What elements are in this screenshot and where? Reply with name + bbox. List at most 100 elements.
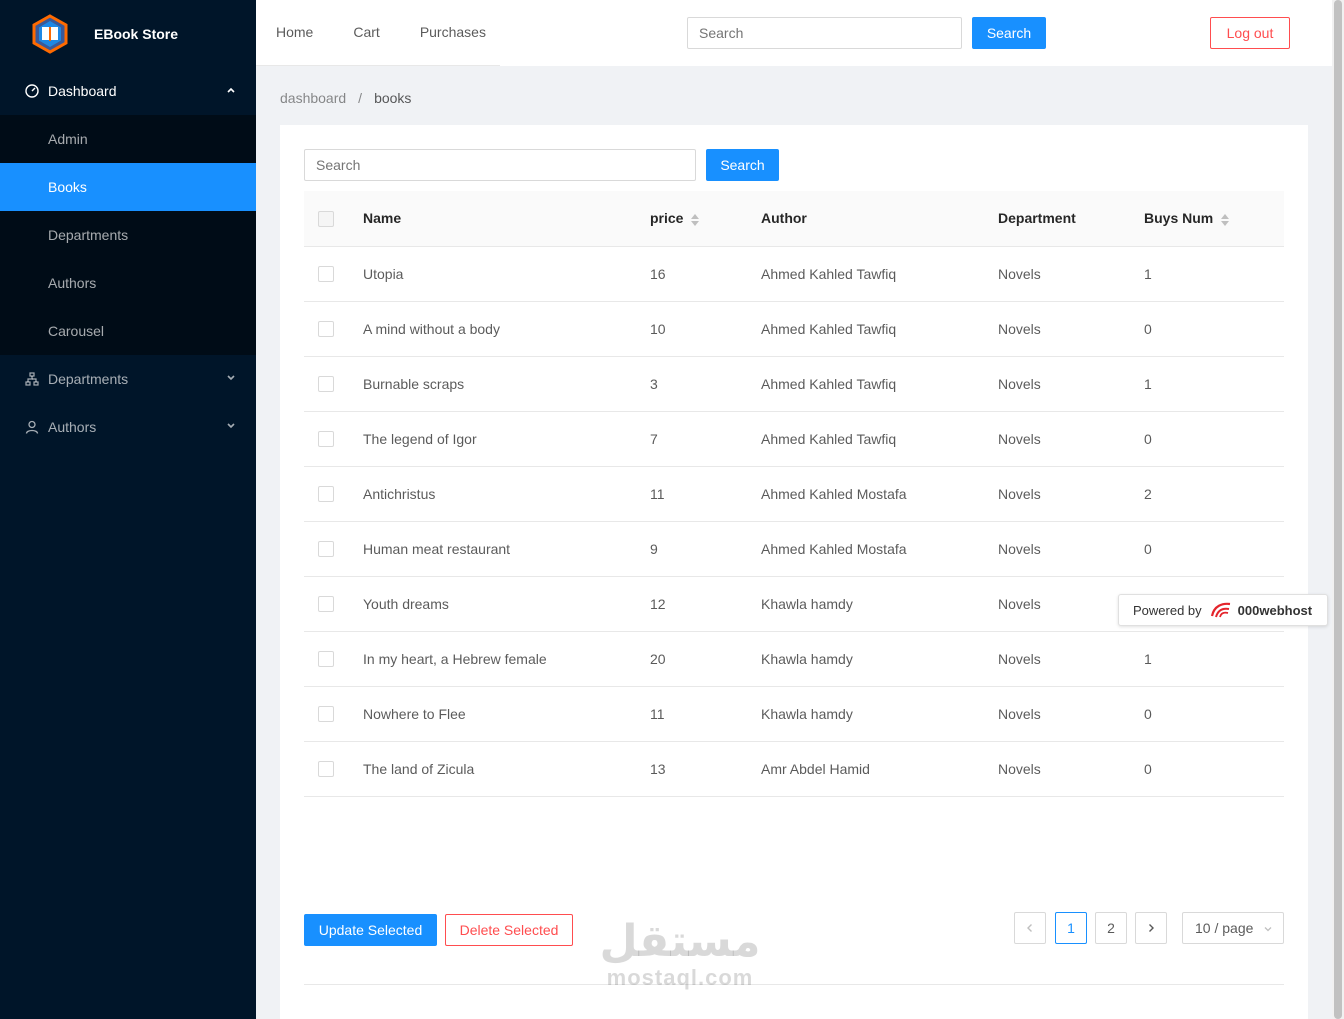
cell-buys: 0 — [1144, 301, 1284, 357]
cell-price: 7 — [650, 411, 761, 467]
breadcrumb-current: books — [374, 90, 412, 106]
column-buys-label: Buys Num — [1144, 210, 1214, 227]
chevron-right-icon — [1149, 924, 1154, 932]
row-checkbox[interactable] — [318, 431, 334, 448]
sidebar-item-departments-sub[interactable]: Departments — [0, 211, 256, 259]
next-page-button[interactable] — [1135, 912, 1167, 944]
row-checkbox[interactable] — [318, 761, 334, 778]
books-table: Name price Author Department Buys Num Ut… — [304, 191, 1284, 797]
page-1-button[interactable]: 1 — [1055, 912, 1087, 944]
cell-department: Novels — [998, 466, 1144, 522]
powered-by-text: Powered by — [1133, 602, 1202, 618]
cell-buys: 0 — [1144, 521, 1284, 577]
books-search-input[interactable] — [304, 149, 696, 181]
cell-buys: 1 — [1144, 356, 1284, 412]
sidebar-item-label: Dashboard — [48, 83, 117, 99]
dashboard-submenu: Admin Books Departments Authors Carousel — [0, 115, 256, 355]
sidebar-item-authors[interactable]: Authors — [0, 403, 256, 451]
watermark: مستقل mostaql.com — [590, 918, 770, 990]
cell-author: Ahmed Kahled Tawfiq — [761, 301, 998, 357]
book-logo-icon — [32, 13, 68, 54]
cell-name: Burnable scraps — [363, 356, 650, 412]
update-selected-button[interactable]: Update Selected — [304, 914, 437, 946]
row-checkbox[interactable] — [318, 376, 334, 393]
select-all-checkbox[interactable] — [318, 210, 334, 227]
sidebar-item-carousel[interactable]: Carousel — [0, 307, 256, 355]
table-row[interactable]: Antichristus 11 Ahmed Kahled Mostafa Novels… — [304, 466, 1284, 522]
top-header: Home Cart Purchases Search Log out — [256, 0, 1332, 66]
cell-name: In my heart, a Hebrew female — [363, 631, 650, 687]
cell-name: Youth dreams — [363, 576, 650, 632]
row-checkbox[interactable] — [318, 541, 334, 558]
chevron-left-icon — [1027, 924, 1032, 932]
scrollbar-thumb[interactable] — [1334, 0, 1342, 1019]
sort-icon[interactable] — [691, 213, 700, 226]
cell-price: 16 — [650, 246, 761, 302]
table-row[interactable]: Burnable scraps 3 Ahmed Kahled Tawfiq Novel… — [304, 356, 1284, 412]
cell-author: Khawla hamdy — [761, 686, 998, 742]
table-row[interactable]: The land of Zicula 13 Amr Abdel Hamid Novel… — [304, 741, 1284, 797]
nav-purchases[interactable]: Purchases — [400, 0, 506, 66]
cell-name: Utopia — [363, 246, 650, 302]
cell-department: Novels — [998, 411, 1144, 467]
cell-name: The legend of Igor — [363, 411, 650, 467]
row-checkbox[interactable] — [318, 486, 334, 503]
sidebar-item-label: Books — [48, 179, 87, 195]
user-icon — [24, 419, 40, 435]
delete-selected-button[interactable]: Delete Selected — [445, 914, 573, 946]
cell-author: Ahmed Kahled Mostafa — [761, 466, 998, 522]
cluster-icon — [24, 371, 40, 387]
cell-name: Nowhere to Flee — [363, 686, 650, 742]
cell-author: Ahmed Kahled Tawfiq — [761, 411, 998, 467]
column-buys[interactable]: Buys Num — [1144, 191, 1284, 247]
table-row[interactable]: In my heart, a Hebrew female 20 Khawla ham… — [304, 631, 1284, 687]
chevron-down-icon — [227, 423, 235, 429]
sidebar-item-departments[interactable]: Departments — [0, 355, 256, 403]
cell-author: Ahmed Kahled Mostafa — [761, 521, 998, 577]
table-header-row: Name price Author Department Buys Num — [304, 191, 1284, 247]
cell-price: 11 — [650, 686, 761, 742]
sidebar-item-authors-sub[interactable]: Authors — [0, 259, 256, 307]
row-checkbox[interactable] — [318, 706, 334, 723]
logout-button[interactable]: Log out — [1210, 17, 1290, 49]
chevron-down-icon — [227, 375, 235, 381]
row-checkbox[interactable] — [318, 596, 334, 613]
row-checkbox[interactable] — [318, 651, 334, 668]
table-row[interactable]: The legend of Igor 7 Ahmed Kahled Tawfiq No… — [304, 411, 1284, 467]
table-row[interactable]: Utopia 16 Ahmed Kahled Tawfiq Novels 1 — [304, 246, 1284, 302]
header-search-input[interactable] — [687, 17, 962, 49]
nav-cart[interactable]: Cart — [333, 0, 399, 66]
column-price[interactable]: price — [650, 191, 761, 247]
cell-buys: 1 — [1144, 246, 1284, 302]
sidebar-item-admin[interactable]: Admin — [0, 115, 256, 163]
app-logo[interactable]: EBook Store — [0, 0, 256, 67]
breadcrumb-root[interactable]: dashboard — [280, 90, 346, 106]
sidebar-item-dashboard[interactable]: Dashboard — [0, 67, 256, 115]
nav-home[interactable]: Home — [256, 0, 333, 66]
books-panel: Search Name price Author Department Buys… — [280, 125, 1308, 1019]
watermark-arabic: مستقل — [599, 916, 761, 967]
table-row[interactable]: Human meat restaurant 9 Ahmed Kahled Mosta… — [304, 521, 1284, 577]
header-search-button[interactable]: Search — [972, 17, 1046, 49]
cell-price: 20 — [650, 631, 761, 687]
sidebar-item-books[interactable]: Books — [0, 163, 256, 211]
page-2-button[interactable]: 2 — [1095, 912, 1127, 944]
column-author: Author — [761, 191, 998, 247]
sidebar-item-label: Departments — [48, 227, 129, 243]
table-row[interactable]: Nowhere to Flee 11 Khawla hamdy Novels 0 — [304, 686, 1284, 742]
cell-buys: 0 — [1144, 411, 1284, 467]
app-title: EBook Store — [94, 25, 179, 42]
row-checkbox[interactable] — [318, 321, 334, 338]
powered-by-badge[interactable]: Powered by 000webhost — [1118, 594, 1328, 626]
cell-name: The land of Zicula — [363, 741, 650, 797]
page-size-select[interactable]: 10 / page — [1182, 912, 1284, 944]
prev-page-button[interactable] — [1014, 912, 1046, 944]
row-checkbox[interactable] — [318, 266, 334, 283]
breadcrumb: dashboard / books — [280, 90, 411, 106]
sort-icon[interactable] — [1221, 213, 1230, 226]
books-search-button[interactable]: Search — [706, 149, 779, 181]
table-row[interactable]: A mind without a body 10 Ahmed Kahled Tawf… — [304, 301, 1284, 357]
cell-author: Khawla hamdy — [761, 631, 998, 687]
cell-name: A mind without a body — [363, 301, 650, 357]
watermark-latin: mostaql.com — [606, 965, 754, 990]
